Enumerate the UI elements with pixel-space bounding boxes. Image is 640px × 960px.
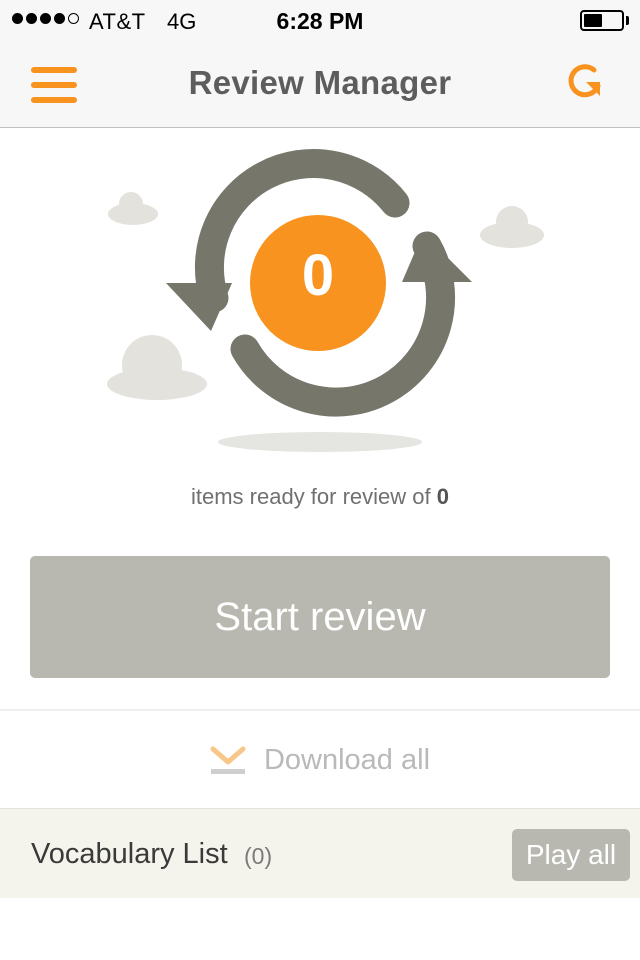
- vocabulary-list-header: Vocabulary List (0) Play all: [0, 808, 640, 898]
- play-all-button[interactable]: Play all: [512, 829, 630, 881]
- refresh-icon[interactable]: [566, 62, 606, 102]
- caption-prefix: items ready for review of: [190, 484, 431, 509]
- vocabulary-count: (0): [244, 843, 273, 869]
- download-icon: [210, 746, 246, 774]
- review-caption: items ready for review of 0: [0, 484, 640, 510]
- caption-total: 0: [436, 484, 449, 509]
- review-count: 0: [301, 243, 335, 308]
- download-all-label: Download all: [263, 743, 431, 776]
- battery-tip: [626, 16, 629, 25]
- page-title: Review Manager: [188, 64, 452, 101]
- battery-icon: [580, 10, 624, 31]
- divider: [0, 709, 640, 711]
- status-bar: AT&T 4G 6:28 PM: [0, 0, 640, 40]
- nav-bar: Review Manager: [0, 40, 640, 128]
- vocabulary-list-title: Vocabulary List: [31, 838, 228, 870]
- download-all-button[interactable]: Download all: [0, 712, 640, 808]
- review-illustration: 0: [0, 128, 640, 468]
- status-time: 6:28 PM: [276, 8, 364, 34]
- start-review-button[interactable]: Start review: [30, 556, 610, 678]
